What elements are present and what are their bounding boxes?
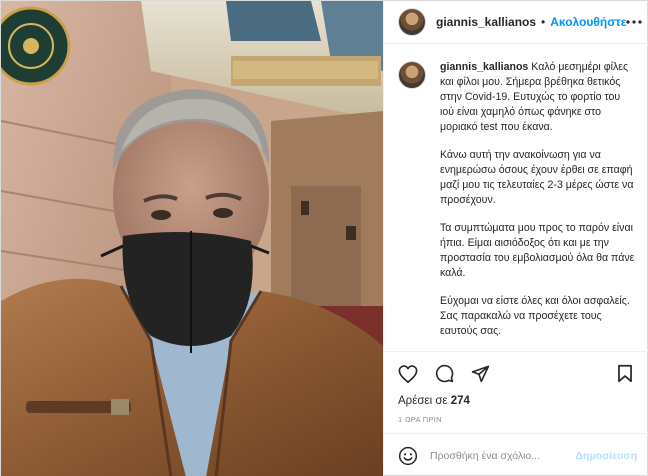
instagram-post: giannis_kallianos • Ακολουθήστε giannis_… [0,0,648,476]
publish-button[interactable]: Δημοσίευση [575,450,637,462]
comment-bar: Δημοσίευση [384,433,648,476]
post-header: giannis_kallianos • Ακολουθήστε [384,1,648,44]
comment-bubble-icon[interactable] [432,362,456,386]
heart-icon[interactable] [396,362,420,386]
comment-input[interactable] [430,449,576,462]
post-photo[interactable] [1,1,383,476]
caption-paragraph-1: giannis_kallianos Καλό μεσημέρι φίλες κα… [440,61,629,133]
caption-area: giannis_kallianos Καλό μεσημέρι φίλες κα… [384,44,648,351]
follow-button[interactable]: Ακολουθήστε [550,15,626,29]
more-options-icon[interactable] [626,13,643,31]
selfie-image [1,1,383,476]
caption-avatar[interactable] [398,61,426,89]
action-bar [384,351,648,395]
caption-text: giannis_kallianos Καλό μεσημέρι φίλες κα… [440,60,635,351]
caption-username[interactable]: giannis_kallianos [440,61,528,73]
smiley-icon[interactable] [396,444,420,468]
paper-plane-icon[interactable] [468,362,492,386]
caption-paragraph-3: Τα συμπτώματα μου προς το παρόν είναι ήπ… [440,222,635,279]
avatar[interactable] [398,8,426,36]
separator-dot: • [541,15,546,29]
header-username[interactable]: giannis_kallianos [436,15,536,29]
likes-count[interactable]: Αρέσει σε 274 [384,395,648,411]
post-timestamp[interactable]: 1 ΩΡΑ ΠΡΙΝ [384,411,648,433]
caption-paragraph-4: Εύχομαι να είστε όλες και όλοι ασφαλείς.… [440,295,630,337]
caption-paragraph-2: Κάνω αυτή την ανακοίνωση για να ενημερώσ… [440,149,634,206]
bookmark-icon[interactable] [613,362,637,386]
post-panel: giannis_kallianos • Ακολουθήστε giannis_… [383,1,648,476]
